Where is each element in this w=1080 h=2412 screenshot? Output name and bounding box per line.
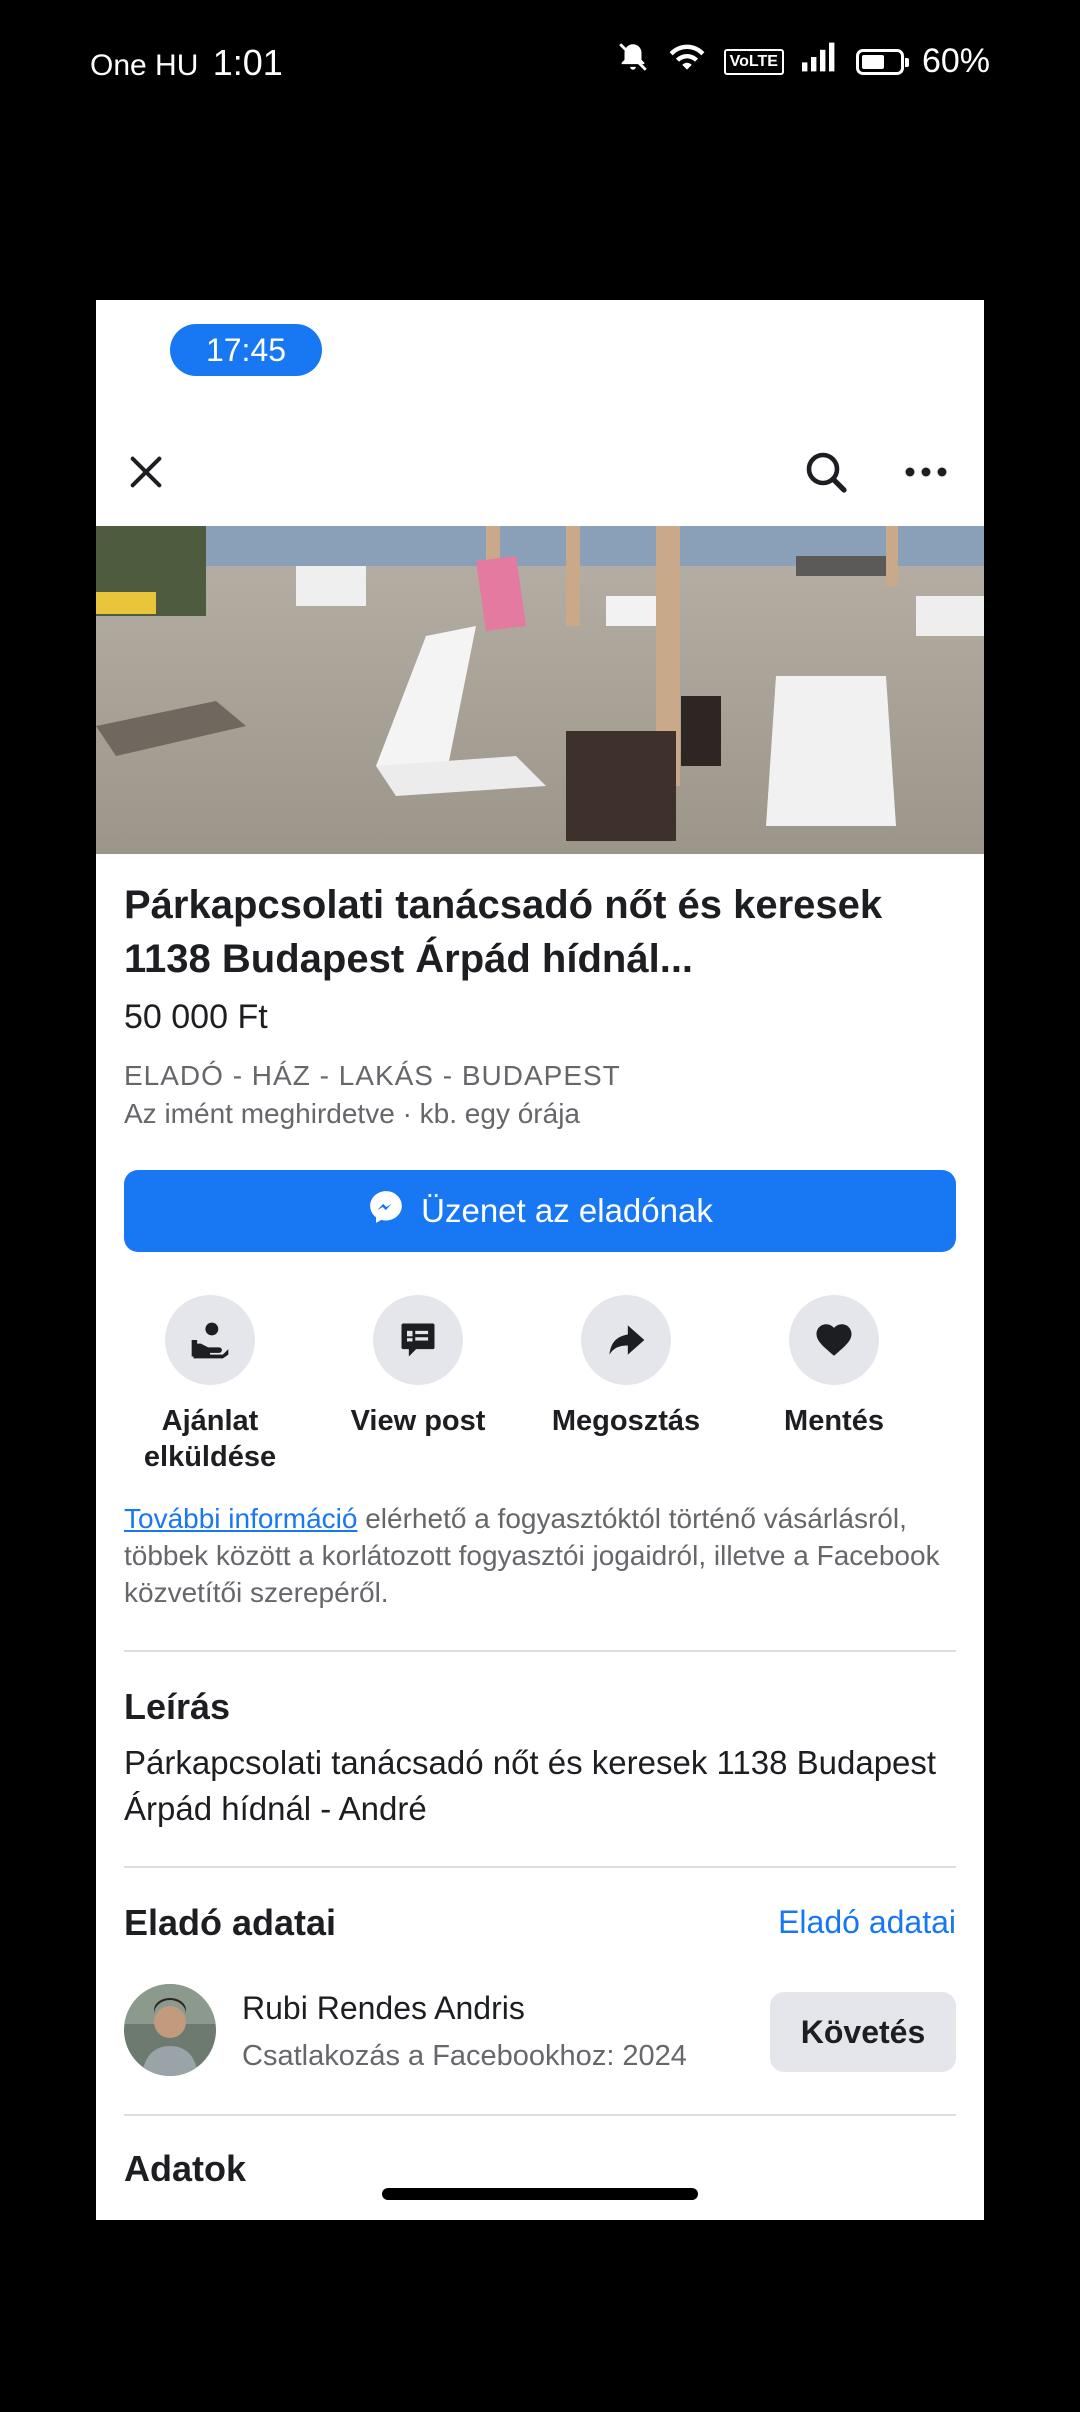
message-seller-label: Üzenet az eladónak <box>421 1192 713 1229</box>
listing-category: ELADÓ - HÁZ - LAKÁS - BUDAPEST <box>124 1060 621 1091</box>
silent-bell-icon <box>616 40 650 83</box>
description-heading: Leírás <box>124 1686 231 1727</box>
avatar[interactable] <box>124 1984 216 2076</box>
action-label: View post <box>350 1405 486 1437</box>
listing-top-bar <box>96 420 984 530</box>
volte-badge: VoLTE <box>723 48 784 75</box>
share-icon <box>581 1295 671 1385</box>
wifi-icon <box>668 41 706 82</box>
action-send-offer[interactable]: Ajánlat elküldése <box>106 1295 314 1475</box>
seller-info-link[interactable]: Eladó adatai <box>778 1904 956 1941</box>
battery-percent: 60% <box>921 42 990 80</box>
status-right: VoLTE 60% <box>616 40 990 83</box>
action-label: Ajánlat elküldése <box>143 1405 277 1473</box>
listing-photo[interactable] <box>96 526 984 854</box>
marketplace-listing-screenshot: 17:45 Párkapcsolati tanácsadó nőt és ker… <box>96 300 984 2220</box>
action-save[interactable]: Mentés <box>730 1295 938 1439</box>
consumer-info-text: További információ elérhető a fogyasztók… <box>124 1500 964 1611</box>
listing-title: Párkapcsolati tanácsadó nőt és keresek 1… <box>124 883 883 981</box>
more-options-icon[interactable] <box>896 442 956 502</box>
action-label: Mentés <box>784 1405 884 1437</box>
divider <box>124 1866 956 1868</box>
heart-icon <box>789 1295 879 1385</box>
seller-joined: Csatlakozás a Facebookhoz: 2024 <box>242 2040 687 2072</box>
status-left: One HU 1:01 <box>90 42 283 84</box>
details-heading: Adatok <box>124 2148 247 2189</box>
status-bar: One HU 1:01 VoLTE 60% <box>0 0 1080 125</box>
signal-icon <box>801 42 838 81</box>
action-share[interactable]: Megosztás <box>522 1295 730 1439</box>
message-seller-button[interactable]: Üzenet az eladónak <box>124 1170 956 1252</box>
more-info-link[interactable]: További információ <box>124 1503 357 1534</box>
post-icon <box>373 1295 463 1385</box>
listing-posted-time: Az imént meghirdetve · kb. egy órája <box>124 1098 580 1129</box>
search-icon[interactable] <box>796 442 856 502</box>
action-label: Megosztás <box>551 1405 701 1437</box>
divider <box>124 1650 956 1652</box>
seller-name[interactable]: Rubi Rendes Andris <box>242 1990 525 2027</box>
action-view-post[interactable]: View post <box>314 1295 522 1439</box>
clock: 1:01 <box>212 42 283 83</box>
follow-button[interactable]: Követés <box>770 1992 956 2072</box>
description-text: Párkapcsolati tanácsadó nőt és keresek 1… <box>124 1744 937 1827</box>
offer-icon <box>165 1295 255 1385</box>
carrier-label: One HU <box>90 49 199 82</box>
divider <box>124 2114 956 2116</box>
battery-icon <box>855 48 909 75</box>
close-icon[interactable] <box>118 444 174 500</box>
inner-time-pill: 17:45 <box>170 324 322 376</box>
messenger-icon <box>367 1188 405 1234</box>
seller-info-heading: Eladó adatai <box>124 1902 337 1943</box>
home-indicator <box>382 2188 698 2200</box>
listing-price: 50 000 Ft <box>124 998 268 1036</box>
